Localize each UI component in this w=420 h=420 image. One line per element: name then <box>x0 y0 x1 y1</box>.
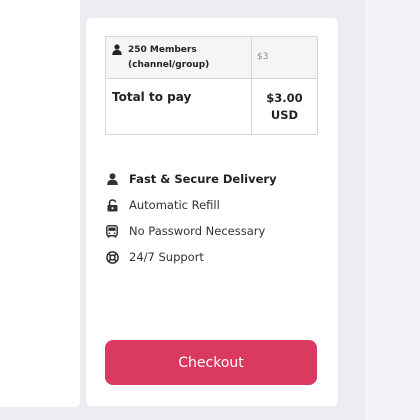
order-item-cell: 250 Members (channel/group) <box>105 36 252 79</box>
feature-item: Fast & Secure Delivery <box>105 166 277 192</box>
feature-label: Fast & Secure Delivery <box>129 172 277 186</box>
order-total-row: Total to pay $3.00 USD <box>105 78 318 135</box>
checkout-button[interactable]: Checkout <box>105 340 317 385</box>
total-currency: USD <box>270 108 299 122</box>
order-item-row: 250 Members (channel/group) $3 <box>105 36 318 79</box>
feature-item: No Password Necessary <box>105 218 277 244</box>
order-item-price-cell: $3 <box>251 36 318 79</box>
features-list: Fast & Secure Delivery Automatic Refill <box>105 166 277 270</box>
order-summary-card: 250 Members (channel/group) $3 Total to … <box>86 18 338 406</box>
user-icon <box>105 172 119 186</box>
total-label: Total to pay <box>105 78 252 135</box>
unlock-icon <box>105 198 119 212</box>
right-panel-edge <box>365 0 420 420</box>
bus-icon <box>105 224 119 238</box>
feature-label: No Password Necessary <box>129 224 266 238</box>
total-amount: $3.00 <box>266 91 303 105</box>
feature-item: 24/7 Support <box>105 244 277 270</box>
order-item-price: $3 <box>257 52 269 62</box>
feature-label: Automatic Refill <box>129 198 220 212</box>
total-value-cell: $3.00 USD <box>251 78 318 135</box>
lifebuoy-icon <box>105 250 119 264</box>
order-summary-table: 250 Members (channel/group) $3 Total to … <box>105 36 318 135</box>
feature-label: 24/7 Support <box>129 250 204 264</box>
feature-item: Automatic Refill <box>105 192 277 218</box>
left-panel <box>0 0 80 407</box>
user-icon <box>112 44 122 55</box>
order-item-name: 250 Members (channel/group) <box>128 45 210 70</box>
